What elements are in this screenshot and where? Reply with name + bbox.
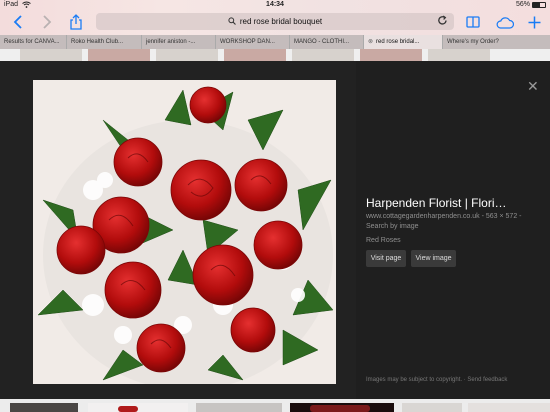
thumbnail[interactable] [196, 403, 282, 412]
search-by-image-link[interactable]: Search by image [366, 223, 419, 230]
tab-label: WORKSHOP DAN... [220, 39, 275, 45]
tab-label: MANGO - CLOTHI... [294, 39, 350, 45]
forward-icon[interactable] [42, 13, 52, 31]
address-bar[interactable]: red rose bridal bouquet [96, 13, 454, 30]
tab-active[interactable]: ⊗ red rose bridal... [364, 35, 443, 49]
clock: 14:34 [266, 1, 284, 8]
thumbnail-rose [310, 405, 370, 412]
status-bar: iPad 14:34 56% [0, 0, 550, 10]
footer-line: Images may be subject to copyright. · Se… [366, 377, 507, 383]
battery-percent: 56% [515, 1, 530, 8]
battery-fill [533, 2, 540, 7]
new-tab-icon[interactable] [528, 13, 541, 31]
cloud-tabs-icon[interactable] [496, 13, 514, 31]
view-image-button[interactable]: View image [411, 250, 456, 267]
copyright-notice: Images may be subject to copyright. [366, 377, 463, 383]
reading-list-icon[interactable] [466, 13, 480, 31]
result-title[interactable]: Harpenden Florist | Flori… [366, 196, 507, 210]
close-tab-icon[interactable]: ⊗ [368, 39, 373, 45]
thumbnail[interactable] [292, 49, 354, 61]
address-bar-text: red rose bridal bouquet [239, 17, 323, 26]
thumbnail[interactable] [156, 49, 218, 61]
thumbnail[interactable] [20, 49, 82, 61]
rose-bouquet-image[interactable] [33, 80, 336, 384]
thumbnail[interactable] [224, 49, 286, 61]
thumbnail[interactable] [428, 49, 490, 61]
result-source[interactable]: www.cottagegardenharpenden.co.uk [366, 213, 480, 220]
result-description: Red Roses [366, 237, 401, 244]
send-feedback-link[interactable]: Send feedback [467, 377, 507, 383]
battery-icon [532, 1, 546, 8]
thumbnail[interactable] [88, 403, 188, 412]
tab-label: Results for CANVA... [4, 39, 60, 45]
tab-label: Where's my Order? [447, 39, 499, 45]
tab[interactable]: Where's my Order? [443, 35, 550, 49]
thumbnail[interactable] [290, 403, 394, 412]
tab[interactable]: MANGO - CLOTHI... [290, 35, 364, 49]
tab-label: red rose bridal... [376, 39, 420, 45]
battery-indicator: 56% [516, 1, 546, 8]
safari-toolbar: red rose bridal bouquet [0, 10, 550, 35]
reload-icon[interactable] [437, 15, 448, 28]
tab-label: Roko Health Club... [71, 39, 124, 45]
thumbnail[interactable] [402, 403, 462, 412]
result-source-line: www.cottagegardenharpenden.co.uk - 563 ×… [366, 213, 522, 220]
image-details-sidebar [356, 61, 550, 399]
search-icon [228, 16, 236, 27]
close-icon[interactable]: ✕ [527, 78, 539, 95]
tab[interactable]: WORKSHOP DAN... [216, 35, 290, 49]
tab[interactable]: jennifer aniston -... [142, 35, 216, 49]
tab-bar: Results for CANVA... Roko Health Club...… [0, 35, 550, 49]
result-thumbnails-top [0, 49, 550, 61]
thumbnail[interactable] [360, 49, 422, 61]
tab[interactable]: Roko Health Club... [67, 35, 142, 49]
tab-label: jennifer aniston -... [146, 39, 196, 45]
thumbnail[interactable] [88, 49, 150, 61]
thumbnail-rose [118, 406, 138, 412]
back-icon[interactable] [13, 13, 23, 31]
thumbnail[interactable] [10, 403, 78, 412]
share-icon[interactable] [70, 13, 82, 31]
visit-page-button[interactable]: Visit page [366, 250, 406, 267]
result-dimensions: 563 × 572 [485, 213, 518, 220]
separator: - [519, 213, 522, 220]
tab[interactable]: Results for CANVA... [0, 35, 67, 49]
thumbnail[interactable] [468, 403, 550, 412]
